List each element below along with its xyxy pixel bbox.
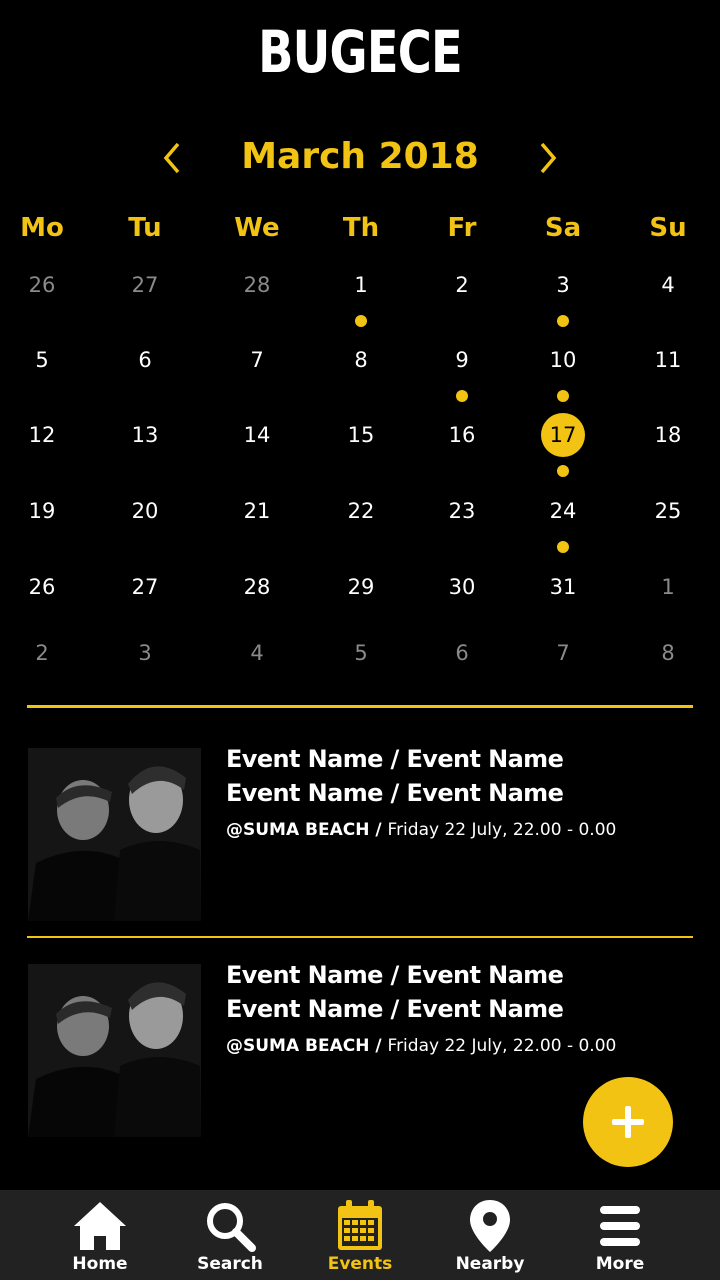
calendar-day[interactable]: 15 bbox=[331, 413, 391, 457]
add-event-button[interactable] bbox=[583, 1077, 673, 1167]
calendar-day[interactable]: 22 bbox=[331, 489, 391, 533]
event-photo bbox=[28, 964, 201, 1137]
event-meta: @SUMA BEACH / Friday 22 July, 22.00 - 0.… bbox=[226, 820, 617, 840]
calendar-day[interactable]: 2 bbox=[432, 263, 492, 307]
calendar-day[interactable]: 26 bbox=[12, 565, 72, 609]
event-title: Event Name / Event Name Event Name / Eve… bbox=[226, 961, 564, 1023]
calendar-day[interactable]: 1 bbox=[638, 565, 698, 609]
calendar-day[interactable]: 21 bbox=[227, 489, 287, 533]
calendar-day[interactable]: 26 bbox=[12, 263, 72, 307]
calendar-day[interactable]: 2 bbox=[12, 631, 72, 675]
calendar-day[interactable]: 16 bbox=[432, 413, 492, 457]
tab-label: More bbox=[595, 1254, 645, 1274]
event-meta: @SUMA BEACH / Friday 22 July, 22.00 - 0.… bbox=[226, 1036, 617, 1056]
event-datetime: Friday 22 July, 22.00 - 0.00 bbox=[387, 820, 617, 840]
weekday-label: Tu bbox=[128, 213, 162, 243]
calendar-day[interactable]: 10 bbox=[533, 338, 593, 382]
search-icon bbox=[207, 1203, 256, 1252]
event-indicator-dot bbox=[456, 390, 468, 402]
weekday-label: Su bbox=[649, 213, 687, 243]
calendar-day[interactable]: 6 bbox=[115, 338, 175, 382]
calendar-day[interactable]: 5 bbox=[12, 338, 72, 382]
event-indicator-dot bbox=[557, 315, 569, 327]
calendar-day[interactable]: 30 bbox=[432, 565, 492, 609]
tab-label: Search bbox=[197, 1254, 263, 1274]
calendar-day[interactable]: 28 bbox=[227, 263, 287, 307]
tab-label: Nearby bbox=[455, 1254, 525, 1274]
event-indicator-dot bbox=[557, 390, 569, 402]
calendar-divider bbox=[27, 705, 693, 708]
calendar-day[interactable]: 18 bbox=[638, 413, 698, 457]
event-title: Event Name / Event Name Event Name / Eve… bbox=[226, 745, 564, 807]
calendar-day[interactable]: 7 bbox=[227, 338, 287, 382]
event-photo bbox=[28, 748, 201, 921]
tab-nearby[interactable]: Nearby bbox=[420, 1190, 560, 1280]
calendar-day[interactable]: 12 bbox=[12, 413, 72, 457]
calendar-day[interactable]: 9 bbox=[432, 338, 492, 382]
event-datetime: Friday 22 July, 22.00 - 0.00 bbox=[387, 1036, 617, 1056]
calendar-day[interactable]: 25 bbox=[638, 489, 698, 533]
calendar-day[interactable]: 5 bbox=[331, 631, 391, 675]
calendar-day[interactable]: 4 bbox=[227, 631, 287, 675]
calendar-day[interactable]: 7 bbox=[533, 631, 593, 675]
calendar-day[interactable]: 23 bbox=[432, 489, 492, 533]
weekday-label: Sa bbox=[544, 213, 582, 243]
weekday-label: Th bbox=[342, 213, 380, 243]
calendar-icon bbox=[338, 1200, 382, 1250]
weekday-label: Fr bbox=[447, 213, 477, 243]
calendar-day[interactable]: 24 bbox=[533, 489, 593, 533]
next-month-button[interactable] bbox=[532, 140, 562, 176]
calendar-day-selected[interactable]: 17 bbox=[533, 413, 593, 457]
tab-more[interactable]: More bbox=[550, 1190, 690, 1280]
location-pin-icon bbox=[470, 1200, 510, 1252]
month-title: March 2018 bbox=[241, 136, 479, 177]
menu-icon bbox=[600, 1206, 640, 1246]
event-divider bbox=[27, 936, 693, 938]
calendar-day[interactable]: 4 bbox=[638, 263, 698, 307]
tab-label: Events bbox=[327, 1254, 393, 1274]
calendar-day[interactable]: 3 bbox=[533, 263, 593, 307]
event-venue: @SUMA BEACH bbox=[226, 1036, 370, 1056]
calendar-day[interactable]: 14 bbox=[227, 413, 287, 457]
calendar-day[interactable]: 20 bbox=[115, 489, 175, 533]
bottom-tab-bar: Home Search Events Nearby More bbox=[0, 1190, 720, 1280]
tab-home[interactable]: Home bbox=[30, 1190, 170, 1280]
calendar-day[interactable]: 27 bbox=[115, 263, 175, 307]
event-venue: @SUMA BEACH bbox=[226, 820, 370, 840]
tab-label: Home bbox=[72, 1254, 128, 1274]
calendar-day[interactable]: 8 bbox=[638, 631, 698, 675]
calendar-day[interactable]: 3 bbox=[115, 631, 175, 675]
calendar-day[interactable]: 29 bbox=[331, 565, 391, 609]
calendar-day[interactable]: 19 bbox=[12, 489, 72, 533]
calendar-day[interactable]: 8 bbox=[331, 338, 391, 382]
home-icon bbox=[74, 1202, 126, 1250]
weekday-label: Mo bbox=[20, 213, 64, 243]
tab-search[interactable]: Search bbox=[160, 1190, 300, 1280]
calendar-day[interactable]: 28 bbox=[227, 565, 287, 609]
month-navigation: March 2018 bbox=[0, 130, 720, 186]
calendar-day[interactable]: 31 bbox=[533, 565, 593, 609]
event-indicator-dot bbox=[355, 315, 367, 327]
event-indicator-dot bbox=[557, 541, 569, 553]
calendar-day[interactable]: 27 bbox=[115, 565, 175, 609]
calendar-day[interactable]: 13 bbox=[115, 413, 175, 457]
weekday-label: We bbox=[234, 213, 280, 243]
plus-icon bbox=[612, 1106, 644, 1138]
calendar-day[interactable]: 11 bbox=[638, 338, 698, 382]
app-logo: BUGECE bbox=[258, 18, 463, 86]
chevron-right-icon bbox=[540, 142, 557, 174]
calendar-day[interactable]: 6 bbox=[432, 631, 492, 675]
event-indicator-dot bbox=[557, 465, 569, 477]
event-card[interactable]: Event Name / Event Name Event Name / Eve… bbox=[27, 745, 693, 923]
tab-events[interactable]: Events bbox=[290, 1190, 430, 1280]
calendar-day[interactable]: 1 bbox=[331, 263, 391, 307]
